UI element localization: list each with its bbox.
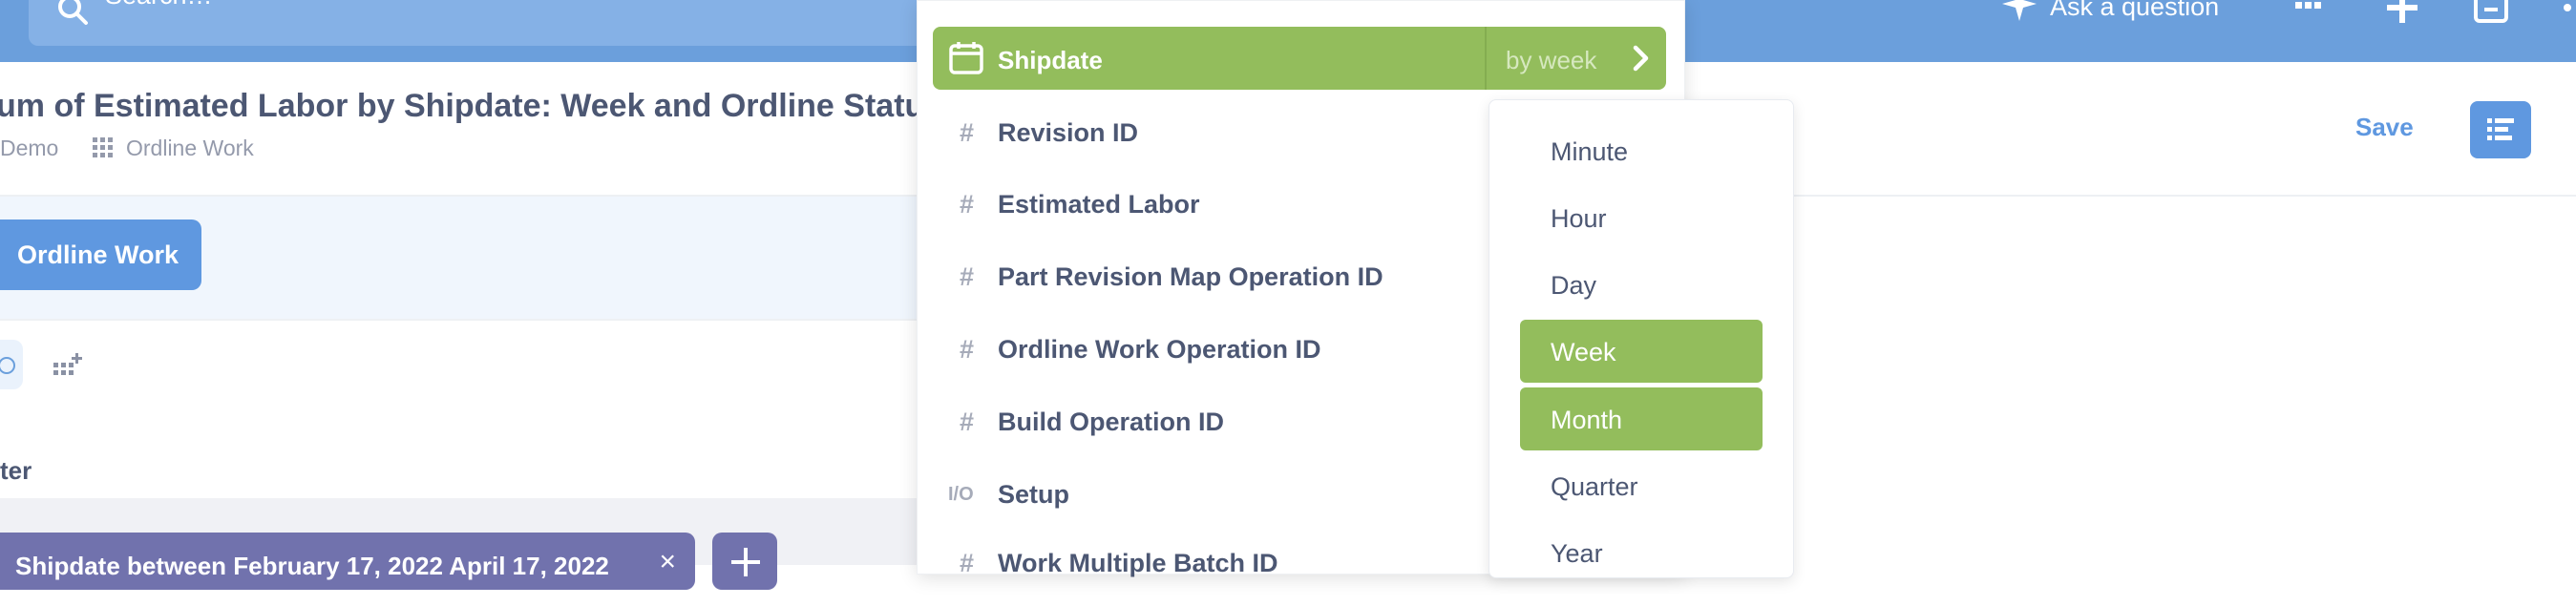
temporal-bucket-menu: Minute Hour Day Week Month Quarter Year <box>1489 99 1794 578</box>
column-item-label: Revision ID <box>998 118 1139 147</box>
number-icon: # <box>960 335 975 364</box>
column-item-label: Part Revision Map Operation ID <box>998 262 1383 291</box>
sparkle-icon <box>2002 0 2037 21</box>
save-button[interactable]: Save <box>2355 113 2414 142</box>
more-icon[interactable] <box>2559 0 2576 27</box>
search-placeholder: Search… <box>105 0 213 10</box>
table-grid-icon <box>93 137 113 157</box>
data-source-pill[interactable]: Ordline Work <box>0 219 201 290</box>
notebook-toggle-button[interactable] <box>2470 101 2531 158</box>
temporal-bucket-label[interactable]: by week <box>1506 46 1596 75</box>
breadcrumb-collection[interactable]: Demo <box>0 136 58 161</box>
close-icon[interactable]: × <box>659 546 676 578</box>
page-title: um of Estimated Labor by Shipdate: Week … <box>0 88 943 124</box>
bucket-option-label: Week <box>1551 338 1616 366</box>
plus-icon-bar <box>731 560 760 564</box>
bucket-option-year[interactable]: Year <box>1520 521 1763 584</box>
join-action-button[interactable] <box>0 340 23 389</box>
number-icon: # <box>960 262 975 291</box>
column-item[interactable]: # Work Multiple Batch ID <box>933 549 1448 606</box>
bucket-option-label: Hour <box>1551 204 1607 233</box>
data-source-label: Ordline Work <box>17 240 179 269</box>
column-item-label: Estimated Labor <box>998 190 1200 219</box>
breadcrumb-table[interactable]: Ordline Work <box>126 136 254 161</box>
column-item-label: Build Operation ID <box>998 407 1225 436</box>
column-item-label: Setup <box>998 480 1070 509</box>
bucket-option-month[interactable]: Month <box>1520 387 1763 450</box>
bucket-option-quarter[interactable]: Quarter <box>1520 454 1763 517</box>
column-item[interactable]: # Revision ID <box>933 118 1448 176</box>
bucket-option-label: Quarter <box>1551 472 1638 501</box>
ask-question-label: Ask a question <box>2050 0 2220 21</box>
column-item[interactable]: # Part Revision Map Operation ID <box>933 262 1448 320</box>
column-item[interactable]: # Build Operation ID <box>933 407 1448 465</box>
bucket-option-label: Month <box>1551 406 1623 434</box>
column-item[interactable]: # Ordline Work Operation ID <box>933 335 1448 392</box>
column-item-label: Ordline Work Operation ID <box>998 335 1321 364</box>
grid-icon[interactable] <box>2293 0 2324 19</box>
add-filter-button[interactable] <box>712 533 777 590</box>
boolean-icon: I/O <box>948 484 974 505</box>
filter-pill[interactable]: Shipdate between February 17, 2022 April… <box>0 533 695 590</box>
number-icon: # <box>960 549 975 577</box>
number-icon: # <box>960 407 975 436</box>
filter-section-label: ter <box>0 456 32 485</box>
calendar-icon <box>949 42 983 74</box>
bucket-option-day[interactable]: Day <box>1520 253 1763 316</box>
filter-pill-label: Shipdate between February 17, 2022 April… <box>15 552 609 580</box>
bucket-option-label: Year <box>1551 539 1603 568</box>
plus-icon[interactable] <box>2383 0 2421 27</box>
number-icon: # <box>960 190 975 219</box>
search-icon <box>58 0 88 25</box>
chevron-right-icon[interactable] <box>1630 44 1653 73</box>
step-divider <box>0 319 917 321</box>
bucket-divider <box>1485 27 1487 90</box>
search-input[interactable]: Search… <box>29 0 926 46</box>
bucket-option-week[interactable]: Week <box>1520 320 1763 383</box>
list-icon <box>2487 118 2514 140</box>
bucket-option-label: Day <box>1551 271 1597 300</box>
bucket-option-label: Minute <box>1551 137 1629 166</box>
bucket-option-hour[interactable]: Hour <box>1520 186 1763 249</box>
selected-column-name: Shipdate <box>998 46 1103 74</box>
selected-column-shipdate[interactable]: Shipdate by week <box>933 27 1666 90</box>
number-icon: # <box>960 118 975 147</box>
circle-icon <box>0 357 15 374</box>
add-grid-icon[interactable] <box>53 353 82 382</box>
column-item[interactable]: # Estimated Labor <box>933 190 1448 247</box>
column-item-label: Work Multiple Batch ID <box>998 549 1278 577</box>
bucket-option-minute[interactable]: Minute <box>1520 119 1763 182</box>
column-item[interactable]: I/O Setup <box>933 480 1448 537</box>
bookmark-icon[interactable] <box>2473 0 2509 27</box>
